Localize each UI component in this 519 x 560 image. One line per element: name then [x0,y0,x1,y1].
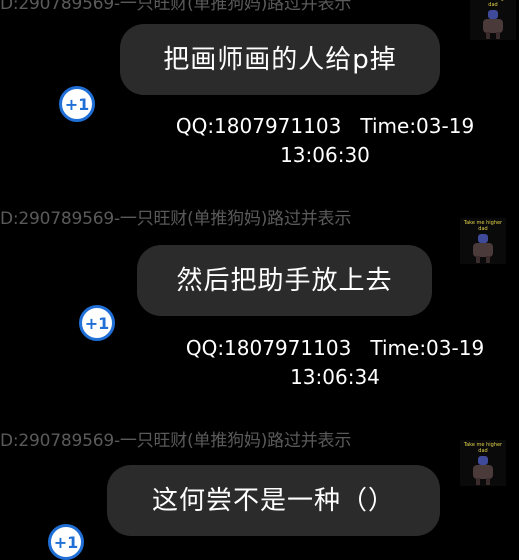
message-1-plus-one-button[interactable]: +1 [59,86,95,122]
message-3-bubble[interactable]: 这何尝不是一种（） [107,465,440,536]
message-2-meta: QQ:1807971103 Time:03-19 13:06:34 [170,334,500,392]
message-1-meta: QQ:1807971103 Time:03-19 13:06:30 [160,112,490,170]
message-3-text: 这何尝不是一种（） [151,485,395,516]
message-2-meta-line1: QQ:1807971103 Time:03-19 [185,336,485,360]
message-1-sender: D:290789569-一只旺财(单推狗妈)路过并表示 [0,0,352,14]
message-1-avatar[interactable]: Take me higher dad [470,0,516,40]
message-3-plus-one-button[interactable]: +1 [48,524,84,560]
user-avatar-icon [473,456,493,485]
user-avatar-icon [483,10,503,39]
message-2-meta-line2: 13:06:34 [290,365,380,389]
plus-one-label: +1 [64,94,90,114]
plus-one-label: +1 [84,313,110,333]
user-avatar-icon [473,234,493,263]
message-1-text: 把画师画的人给p掉 [163,44,397,75]
message-1-meta-line1: QQ:1807971103 Time:03-19 [175,114,475,138]
message-3-avatar[interactable]: Take me higher dad [460,440,506,486]
message-2-text: 然后把助手放上去 [176,265,393,296]
message-1-meta-line2: 13:06:30 [280,143,370,167]
message-2-plus-one-button[interactable]: +1 [79,305,115,341]
message-1-bubble[interactable]: 把画师画的人给p掉 [120,24,440,95]
message-3-sender: D:290789569-一只旺财(单推狗妈)路过并表示 [0,431,352,451]
message-2-avatar[interactable]: Take me higher dad [460,218,506,264]
message-2-sender: D:290789569-一只旺财(单推狗妈)路过并表示 [0,209,352,229]
message-2-bubble[interactable]: 然后把助手放上去 [137,245,432,316]
plus-one-label: +1 [53,532,79,552]
